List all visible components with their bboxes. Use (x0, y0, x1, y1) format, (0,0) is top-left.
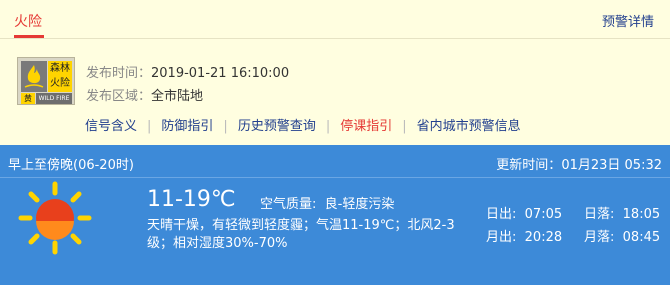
signal-meaning-link[interactable]: 信号含义 (85, 115, 137, 134)
air-quality: 空气质量: 良-轻度污染 (260, 197, 395, 212)
issue-time-label: 发布时间： (86, 66, 152, 81)
forecast-period: 早上至傍晚(06-20时) (8, 158, 134, 173)
history-query-link[interactable]: 历史预警查询 (238, 115, 316, 134)
moonrise: 月出: 20:28 (486, 230, 563, 245)
divider: | (223, 119, 228, 134)
warning-links: 信号含义 | 防御指引 | 历史预警查询 | 停课指引 | 省内城市预警信息 (85, 115, 521, 134)
divider (0, 177, 670, 178)
warning-details-link[interactable]: 预警详情 (602, 11, 654, 30)
issue-area-label: 发布区域： (86, 89, 152, 104)
badge-english: WILD FIRE (36, 93, 72, 104)
issue-area-row: 发布区域：全市陆地 (86, 85, 203, 104)
defense-guide-link[interactable]: 防御指引 (161, 115, 213, 134)
badge-title: 森林 火险 (48, 61, 72, 92)
divider: | (147, 119, 152, 134)
issue-area-value: 全市陆地 (151, 89, 204, 104)
divider: | (325, 119, 331, 134)
divider: | (402, 119, 407, 134)
tab-bar: 火险 预警详情 (0, 0, 670, 39)
issue-time-value: 2019-01-21 16:10:00 (151, 66, 290, 81)
weather-panel: 早上至傍晚(06-20时) 更新时间：01月23日 05:32 11-19℃ 空… (0, 145, 670, 285)
class-suspension-link[interactable]: 停课指引 (340, 115, 392, 134)
update-time: 更新时间：01月23日 05:32 (496, 158, 662, 173)
province-city-warning-link[interactable]: 省内城市预警信息 (417, 115, 521, 134)
issue-time-row: 发布时间：2019-01-21 16:10:00 (86, 62, 289, 81)
sunrise: 日出: 07:05 (486, 207, 563, 222)
warning-panel: 火险 预警详情 森林 火险 黄 WILD FIRE 发布时间：2019-01-21… (0, 0, 670, 145)
temperature-range: 11-19℃ (147, 187, 236, 212)
active-tab-indicator (14, 35, 44, 38)
badge-level: 黄 (21, 93, 35, 104)
tab-fire-risk[interactable]: 火险 (14, 11, 42, 31)
sun-icon (18, 181, 92, 255)
sunset: 日落: 18:05 (584, 207, 661, 222)
forest-fire-warning-badge: 森林 火险 黄 WILD FIRE (17, 57, 75, 105)
weather-description: 天晴干燥，有轻微到轻度霾；气温11-19℃；北风2-3级；相对湿度30%-70% (147, 218, 455, 251)
fire-icon (21, 61, 47, 92)
moonset: 月落: 08:45 (584, 230, 661, 245)
